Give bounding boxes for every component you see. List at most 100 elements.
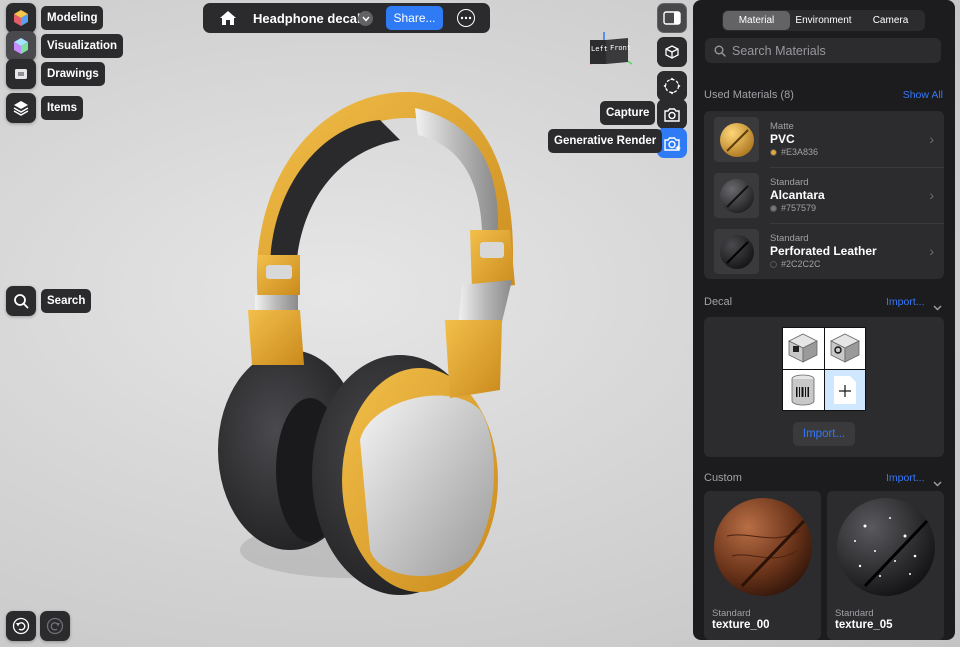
chevron-right-icon: › [929, 187, 934, 203]
home-icon [220, 11, 236, 25]
capture-button[interactable] [657, 99, 687, 129]
cube-outline-icon [665, 45, 679, 59]
orbit-button[interactable] [657, 71, 687, 101]
material-thumbnail [714, 229, 759, 274]
title-dropdown-button[interactable] [358, 11, 373, 26]
search-icon [714, 45, 726, 57]
visualization-label[interactable]: Visualization [41, 34, 124, 58]
material-sphere-icon [719, 122, 754, 157]
decal-recycle-cube[interactable] [824, 328, 865, 369]
decal-qr-cube[interactable] [783, 328, 824, 369]
redo-icon [46, 617, 64, 635]
cube-gradient-icon [14, 38, 28, 54]
material-name: Perforated Leather [770, 244, 877, 258]
right-hinge [445, 320, 502, 398]
decal-collapse-icon[interactable] [933, 298, 942, 316]
qr-cube-icon [788, 333, 819, 363]
chevron-right-icon: › [929, 243, 934, 259]
chevron-down-icon [361, 16, 370, 22]
material-thumbnail [714, 117, 759, 162]
tab-material[interactable]: Material [723, 11, 790, 30]
tab-camera[interactable]: Camera [857, 11, 924, 30]
layers-icon [13, 101, 29, 116]
drawings-label[interactable]: Drawings [41, 62, 105, 86]
redo-button[interactable] [40, 611, 70, 641]
top-bar: Headphone decal Share... [203, 3, 490, 33]
right-yoke-slot [480, 242, 504, 258]
material-sphere-icon [719, 178, 754, 213]
material-hex: #2C2C2C [770, 259, 821, 269]
decal-grid [782, 327, 866, 411]
panel-tabs: Material Environment Camera [722, 10, 925, 31]
view-cube-left-face[interactable]: Left [591, 45, 608, 53]
custom-material-type: Standard [835, 608, 874, 619]
used-materials-title: Used Materials (8) [704, 89, 794, 101]
add-document-icon [833, 375, 856, 404]
left-yoke-slot [266, 265, 292, 279]
camera-sparkle-icon [664, 136, 681, 151]
material-row-pvc[interactable]: Matte PVC #E3A836 › [704, 111, 944, 167]
share-button[interactable]: Share... [386, 6, 443, 30]
view-cube[interactable]: Left Front [586, 30, 634, 70]
material-thumbnail [714, 173, 759, 218]
speckled-sphere-icon [837, 498, 935, 596]
modeling-label[interactable]: Modeling [41, 6, 104, 30]
material-hex-value: #2C2C2C [781, 259, 821, 269]
add-decal-button[interactable] [824, 369, 865, 410]
custom-material-card[interactable]: Standard texture_00 [704, 491, 821, 640]
show-all-link[interactable]: Show All [903, 89, 943, 101]
undo-icon [12, 617, 30, 635]
material-hex-value: #757579 [781, 203, 817, 213]
decal-barcode-cylinder[interactable] [783, 369, 824, 410]
barcode-cylinder-icon [791, 374, 815, 406]
drawings-button[interactable] [6, 59, 36, 89]
generative-render-label[interactable]: Generative Render [548, 129, 663, 153]
decal-box: Import... [704, 317, 944, 457]
left-hinge [248, 310, 304, 365]
material-type: Matte [770, 121, 794, 132]
tab-environment[interactable]: Environment [790, 11, 857, 30]
color-swatch [770, 148, 777, 156]
custom-import-link[interactable]: Import... [886, 472, 925, 484]
custom-material-card[interactable]: Standard texture_05 [827, 491, 944, 640]
search-label[interactable]: Search [41, 289, 92, 313]
modeling-button[interactable] [6, 3, 36, 33]
decal-title: Decal [704, 296, 733, 308]
orbit-icon [663, 77, 681, 95]
document-title[interactable]: Headphone decal [253, 11, 361, 26]
toggle-panel-button[interactable] [657, 3, 687, 33]
search-button[interactable] [6, 286, 36, 316]
recycle-cube-icon [829, 333, 860, 363]
color-swatch [770, 260, 777, 268]
material-row-alcantara[interactable]: Standard Alcantara #757579 › [704, 167, 944, 223]
material-hex-value: #E3A836 [781, 147, 819, 157]
material-search[interactable] [705, 38, 941, 63]
undo-button[interactable] [6, 611, 36, 641]
search-icon [14, 294, 29, 309]
decal-import-button[interactable]: Import... [793, 422, 855, 446]
custom-collapse-icon[interactable] [933, 474, 942, 492]
material-search-input[interactable] [732, 43, 932, 58]
decal-import-link[interactable]: Import... [886, 296, 925, 308]
sidebar-icon [663, 11, 681, 25]
material-type: Standard [770, 233, 809, 244]
cube-color-icon [14, 10, 28, 26]
custom-material-name: texture_05 [835, 619, 893, 631]
capture-label[interactable]: Capture [600, 101, 656, 125]
view-cube-front-face[interactable]: Front [610, 44, 631, 52]
wood-sphere-icon [714, 498, 812, 596]
items-label[interactable]: Items [41, 96, 84, 120]
home-button[interactable] [217, 8, 239, 28]
fit-view-button[interactable] [657, 37, 687, 67]
items-button[interactable] [6, 93, 36, 123]
ellipsis-icon [460, 16, 472, 20]
more-button[interactable] [457, 9, 475, 27]
chevron-right-icon: › [929, 131, 934, 147]
material-row-perforated-leather[interactable]: Standard Perforated Leather #2C2C2C › [704, 223, 944, 279]
material-sphere-icon [719, 234, 754, 269]
right-cup [360, 395, 494, 577]
visualization-button[interactable] [6, 31, 36, 61]
used-materials-list: Matte PVC #E3A836 › Standard Alcantara #… [704, 111, 944, 279]
headband-padding [270, 120, 400, 270]
headphone-model[interactable] [200, 80, 540, 620]
